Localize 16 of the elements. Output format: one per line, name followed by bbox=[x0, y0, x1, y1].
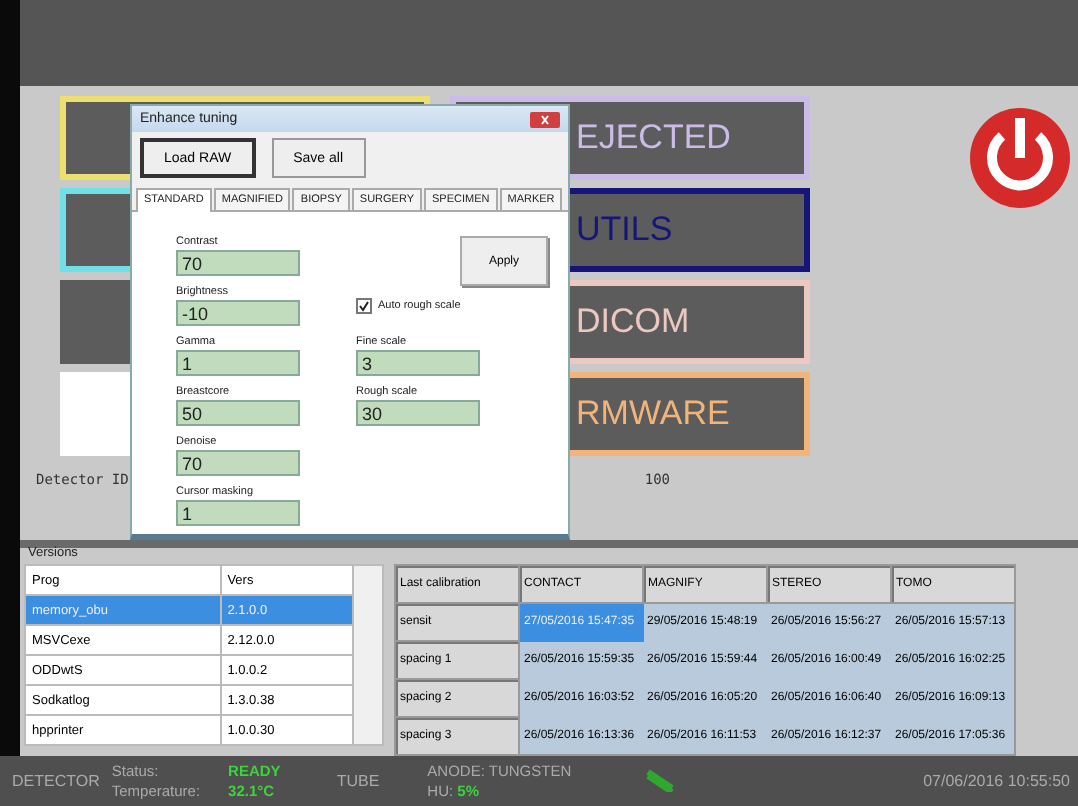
tube-status-icon bbox=[643, 767, 676, 795]
input-field[interactable]: -10 bbox=[176, 300, 300, 326]
scrollbar[interactable] bbox=[353, 565, 383, 745]
close-button[interactable] bbox=[530, 111, 560, 127]
input-field[interactable]: 30 bbox=[356, 400, 480, 426]
checkbox[interactable] bbox=[356, 298, 372, 314]
input-field[interactable]: 70 bbox=[176, 250, 300, 276]
input-field[interactable]: 1 bbox=[176, 350, 300, 376]
input-field[interactable]: 3 bbox=[356, 350, 480, 376]
input-field[interactable]: 70 bbox=[176, 450, 300, 476]
power-icon[interactable] bbox=[966, 103, 1074, 212]
input-field[interactable]: 50 bbox=[176, 400, 300, 426]
tube-label: TUBE bbox=[336, 772, 380, 790]
input-field[interactable]: 1 bbox=[176, 500, 300, 526]
detector-label: DETECTOR bbox=[12, 772, 100, 790]
date-time: 07/06/2016 10:55:50 bbox=[923, 772, 1070, 790]
